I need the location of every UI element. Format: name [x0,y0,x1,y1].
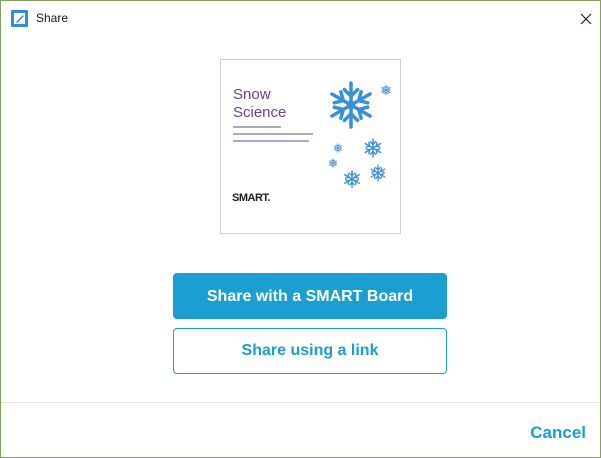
title-bar: Share [1,1,600,37]
share-with-smart-board-button[interactable]: Share with a SMART Board [173,273,447,319]
footer-divider [1,402,600,403]
smart-notebook-icon [11,10,28,27]
snowflakes-icon [328,81,391,189]
share-using-link-button[interactable]: Share using a link [173,328,447,374]
lesson-preview-thumbnail: Snow Science SMART. [220,59,401,234]
close-icon[interactable] [574,7,598,31]
share-dialog: Share Snow Science SMART. Share with a S… [0,0,601,458]
window-title: Share [36,11,69,25]
cancel-button[interactable]: Cancel [530,423,586,443]
